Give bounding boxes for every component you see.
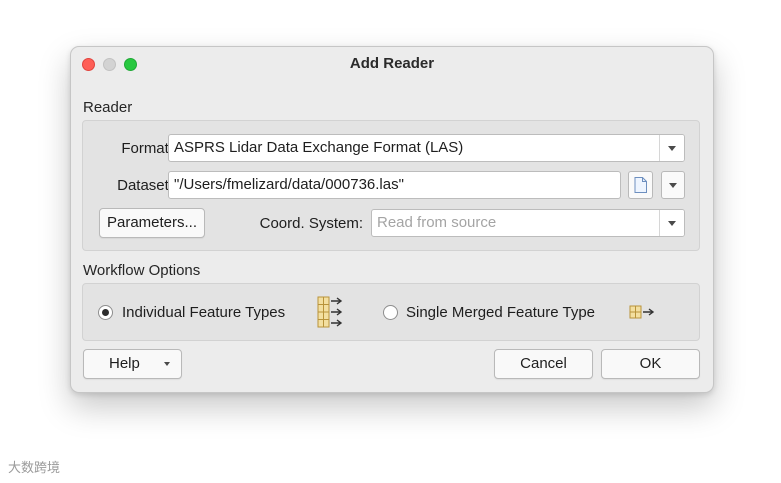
individual-feature-types-radio[interactable]: [98, 305, 113, 320]
coord-system-label: Coord. System:: [259, 215, 363, 232]
chevron-down-icon: [669, 182, 677, 188]
chevron-down-icon: [164, 362, 170, 366]
window-title: Add Reader: [349, 55, 435, 72]
workflow-section-label: Workflow Options: [83, 262, 201, 279]
single-merged-feature-type-label[interactable]: Single Merged Feature Type: [406, 304, 595, 321]
ok-button[interactable]: OK: [601, 349, 700, 379]
individual-feature-types-label[interactable]: Individual Feature Types: [122, 304, 285, 321]
dataset-label: Dataset:: [117, 177, 173, 194]
parameters-button[interactable]: Parameters...: [99, 208, 205, 238]
coord-system-select[interactable]: Read from source: [371, 209, 685, 237]
format-value: ASPRS Lidar Data Exchange Format (LAS): [174, 139, 464, 156]
dataset-value: "/Users/fmelizard/data/000736.las": [174, 176, 404, 193]
add-reader-dialog: Add Reader Reader Format: ASPRS Lidar Da…: [70, 46, 714, 393]
single-merged-feature-type-radio[interactable]: [383, 305, 398, 320]
merged-feature-icon: [629, 305, 655, 319]
browse-file-button[interactable]: [628, 171, 653, 199]
format-label: Format:: [121, 140, 173, 157]
reader-group: Format: ASPRS Lidar Data Exchange Format…: [82, 120, 700, 251]
feature-types-icon: [317, 296, 343, 328]
help-button[interactable]: Help: [83, 349, 182, 379]
chevron-down-icon[interactable]: [659, 135, 684, 161]
cancel-button[interactable]: Cancel: [494, 349, 593, 379]
coord-system-placeholder: Read from source: [377, 214, 497, 231]
dataset-options-button[interactable]: [661, 171, 685, 199]
watermark-text: 大数跨境: [8, 460, 61, 475]
chevron-down-icon[interactable]: [659, 210, 684, 236]
reader-section-label: Reader: [83, 99, 133, 116]
help-button-label: Help: [109, 355, 140, 372]
format-select[interactable]: ASPRS Lidar Data Exchange Format (LAS): [168, 134, 685, 162]
title-bar: Add Reader: [71, 47, 713, 81]
dataset-input[interactable]: "/Users/fmelizard/data/000736.las": [168, 171, 621, 199]
workflow-group: Individual Feature Types Single Merged F…: [82, 283, 700, 341]
document-icon: [634, 177, 647, 193]
